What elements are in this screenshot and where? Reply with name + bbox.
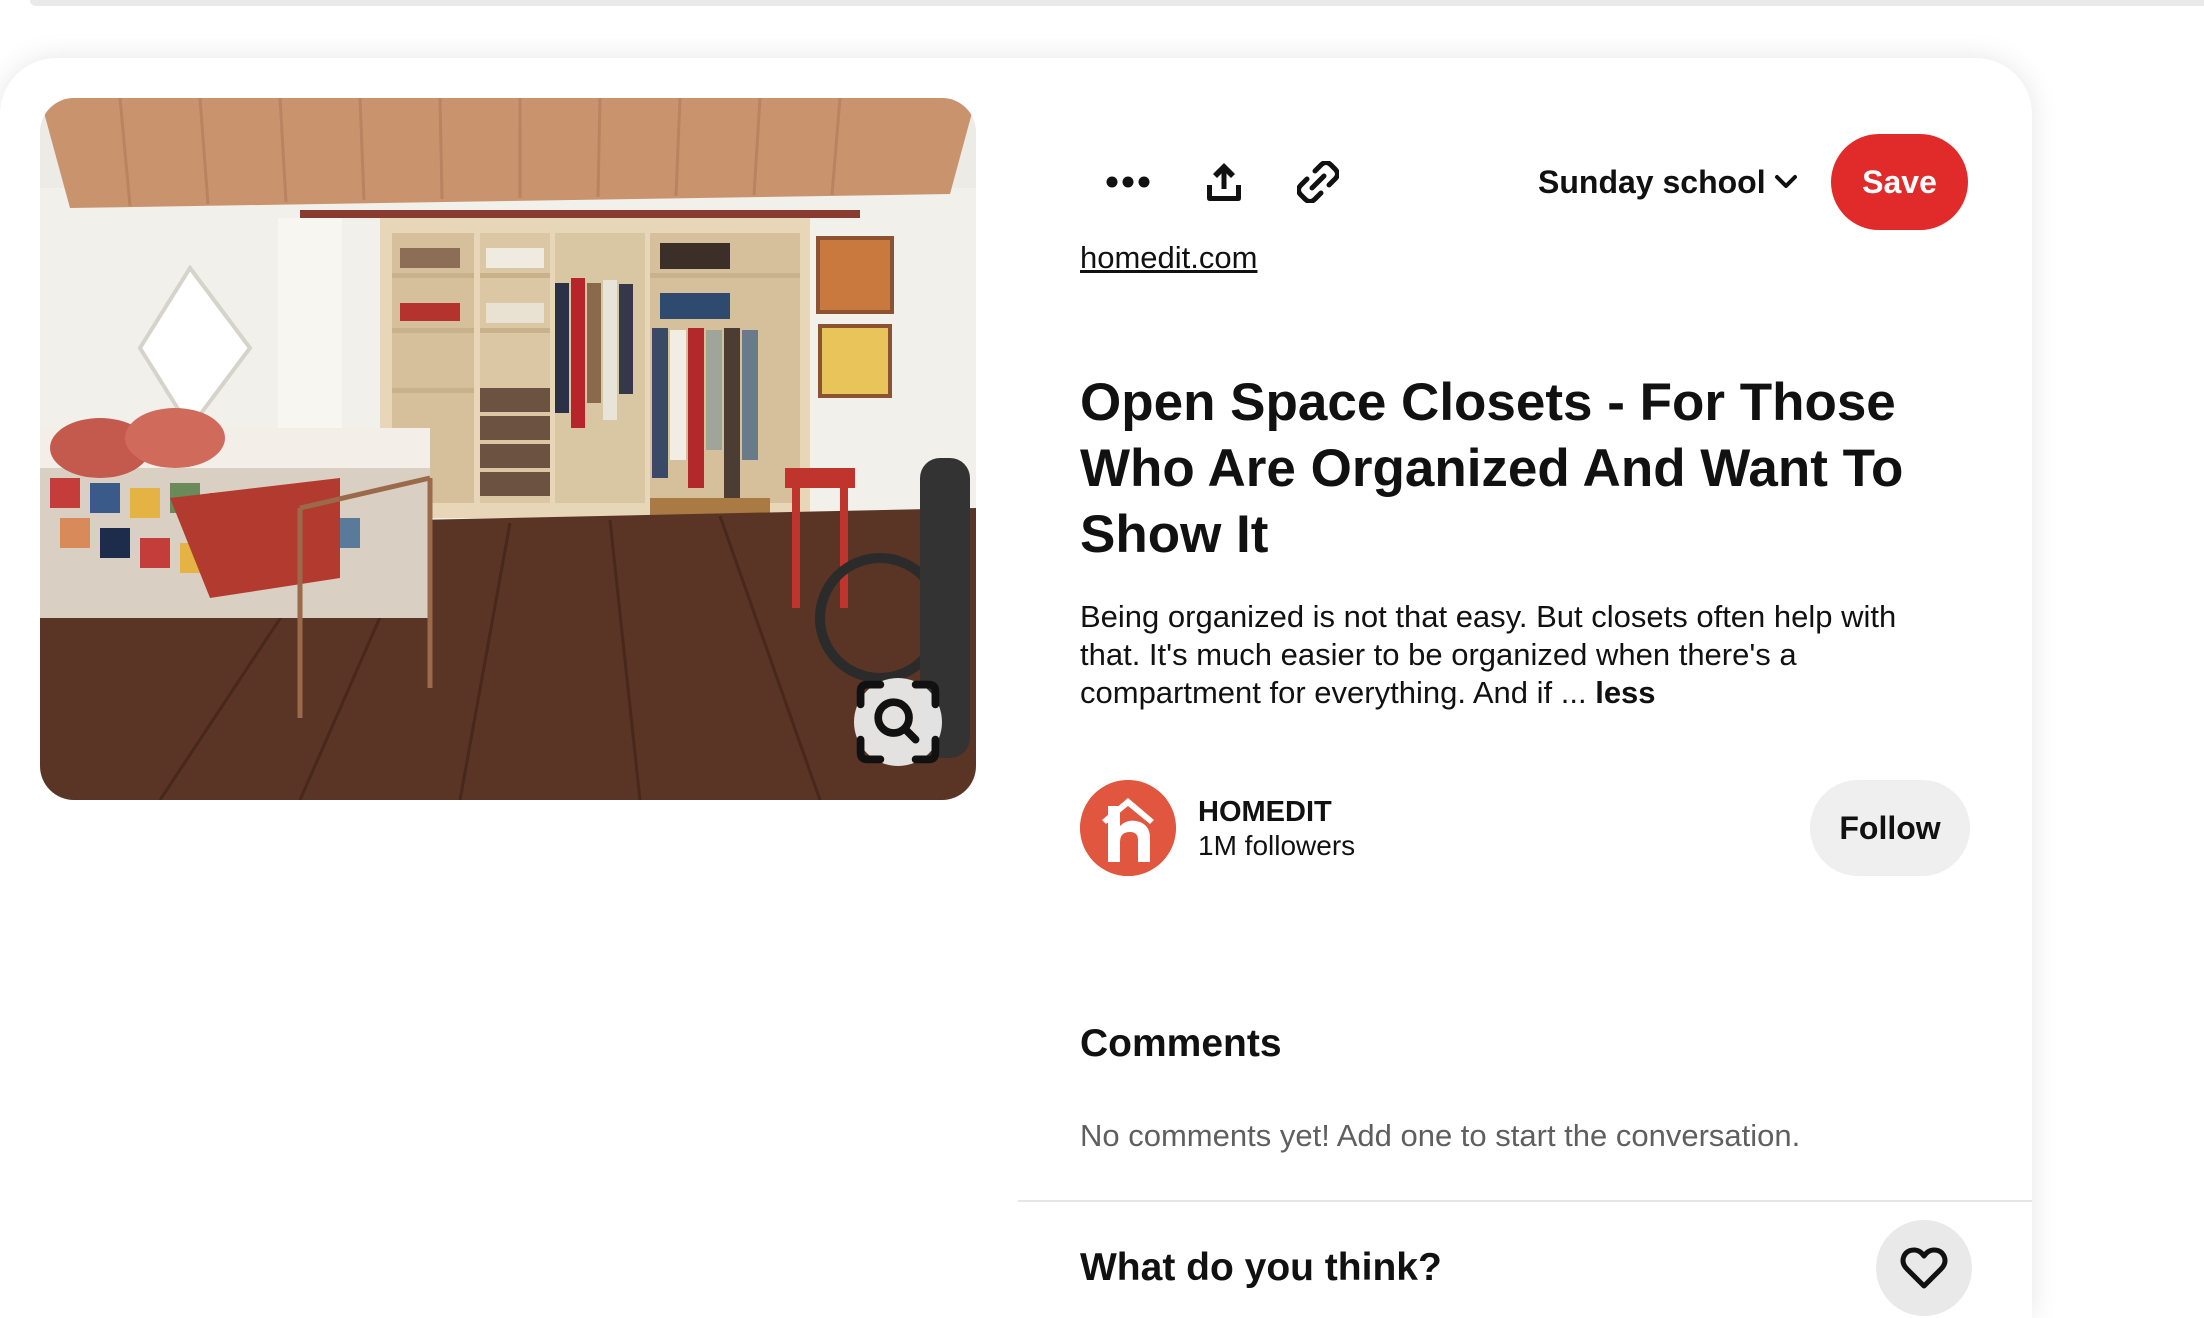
comments-heading: Comments bbox=[1080, 1022, 1282, 1065]
share-upload-icon bbox=[1207, 163, 1241, 201]
no-comments-message: No comments yet! Add one to start the co… bbox=[1080, 1118, 1801, 1153]
pin-description: Being organized is not that easy. But cl… bbox=[1080, 598, 1960, 712]
comment-divider bbox=[1018, 1200, 2032, 1202]
heart-icon bbox=[1900, 1247, 1948, 1289]
creator-followers: 1M followers bbox=[1198, 830, 1356, 861]
pin-closeup-card: Sunday school Save homedit.com Open Spac… bbox=[0, 58, 2032, 1318]
save-button[interactable]: Save bbox=[1831, 134, 1968, 230]
more-options-button[interactable] bbox=[1080, 134, 1176, 230]
pin-image[interactable] bbox=[40, 98, 976, 800]
link-icon bbox=[1297, 161, 1339, 203]
copy-link-button[interactable] bbox=[1270, 134, 1366, 230]
creator-name[interactable]: HOMEDIT bbox=[1198, 796, 1332, 829]
top-scroll-strip bbox=[30, 0, 2204, 6]
bedroom-closet-photo bbox=[40, 98, 976, 800]
board-name: Sunday school bbox=[1538, 163, 1766, 200]
visual-search-button[interactable] bbox=[854, 678, 942, 766]
ellipsis-icon bbox=[1106, 176, 1150, 188]
follow-button[interactable]: Follow bbox=[1810, 780, 1970, 876]
board-selector[interactable]: Sunday school bbox=[1538, 134, 1808, 230]
share-button[interactable] bbox=[1176, 134, 1272, 230]
chevron-down-icon bbox=[1774, 175, 1797, 188]
creator-row: HOMEDIT 1M followers Follow bbox=[1080, 778, 1970, 878]
homedit-logo-icon bbox=[1080, 780, 1176, 876]
visual-search-icon bbox=[856, 680, 940, 764]
comment-prompt[interactable]: What do you think? bbox=[1080, 1246, 1442, 1290]
like-button[interactable] bbox=[1876, 1220, 1972, 1316]
description-text: Being organized is not that easy. But cl… bbox=[1080, 599, 1897, 710]
less-link[interactable]: less bbox=[1595, 675, 1655, 710]
pin-title: Open Space Closets - For Those Who Are O… bbox=[1080, 373, 1904, 564]
source-link[interactable]: homedit.com bbox=[1080, 240, 1257, 276]
avatar[interactable] bbox=[1080, 780, 1176, 876]
pin-action-bar: Sunday school Save bbox=[1080, 134, 1970, 230]
